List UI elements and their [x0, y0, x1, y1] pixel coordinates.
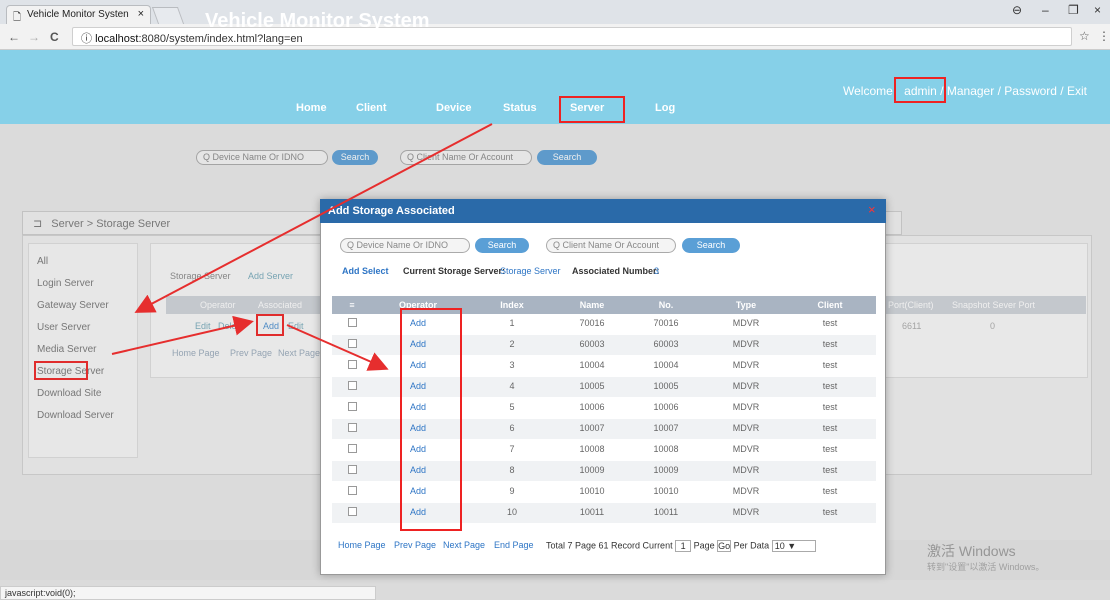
arrow-nav-to-add	[111, 315, 254, 355]
arrow-server-to-nav	[134, 123, 493, 313]
arrow-add-to-dialog	[286, 324, 389, 371]
annotation-arrows	[111, 123, 493, 371]
